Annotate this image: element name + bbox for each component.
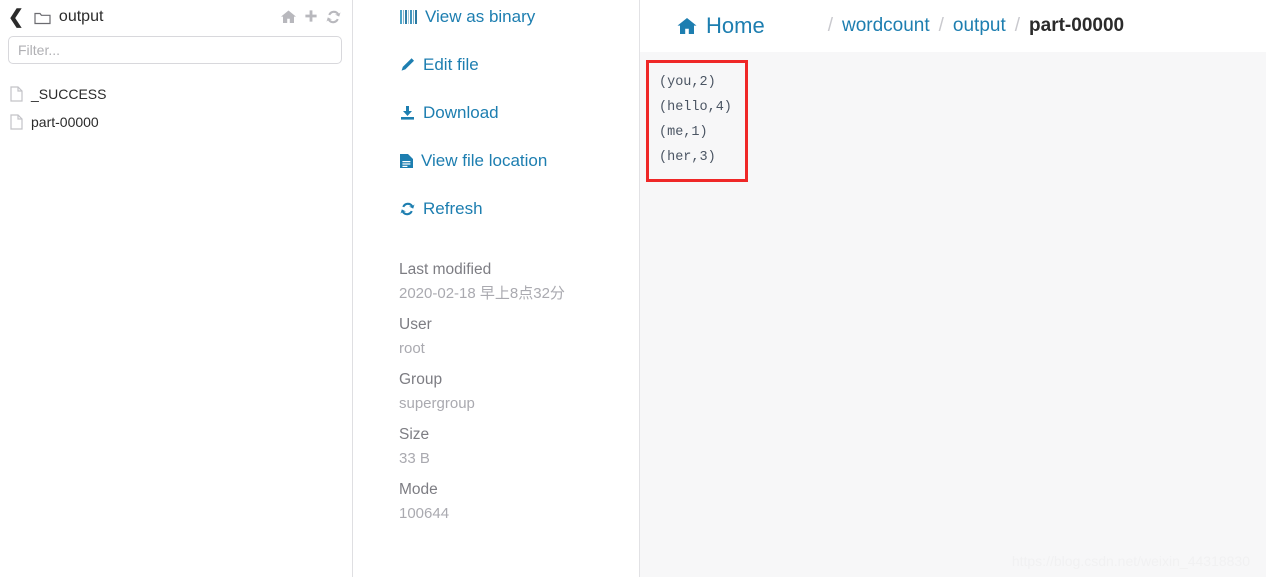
view-as-binary-button[interactable]: View as binary — [399, 6, 625, 28]
breadcrumb-current: part-00000 — [1029, 15, 1125, 36]
breadcrumb-separator: / — [827, 15, 833, 36]
home-icon[interactable] — [280, 9, 297, 25]
file-content-panel: Home / wordcount / output / part-00000 (… — [640, 0, 1266, 577]
action-label: Download — [423, 103, 499, 122]
breadcrumb-home-link[interactable]: Home — [676, 13, 765, 39]
home-icon — [676, 16, 698, 36]
refresh-button[interactable]: Refresh — [399, 198, 625, 220]
list-item[interactable]: _SUCCESS — [0, 80, 352, 108]
file-text-icon — [399, 153, 414, 169]
download-icon — [399, 105, 416, 121]
file-metadata: Last modified 2020-02-18 早上8点32分 User ro… — [399, 258, 625, 526]
filter-container — [0, 30, 352, 64]
metadata-value: 2020-02-18 早上8点32分 — [399, 285, 565, 302]
metadata-value: supergroup — [399, 395, 475, 412]
metadata-value: 100644 — [399, 505, 450, 522]
refresh-icon — [399, 201, 416, 217]
refresh-icon[interactable] — [325, 9, 342, 25]
file-content-body: (you,2) (hello,4) (me,1) (her,3) https:/… — [640, 52, 1266, 577]
metadata-label: Mode — [399, 481, 438, 498]
metadata-value: root — [399, 340, 425, 357]
sidebar-header: ❮ output — [0, 0, 352, 30]
metadata-label: Group — [399, 371, 443, 388]
file-name: part-00000 — [31, 114, 99, 130]
action-label: View as binary — [425, 7, 536, 26]
file-list: _SUCCESS part-00000 — [0, 64, 352, 136]
watermark: https://blog.csdn.net/weixin_44318830 — [1011, 553, 1250, 569]
chevron-left-icon[interactable]: ❮ — [8, 8, 24, 27]
action-label: Edit file — [423, 55, 479, 74]
file-name: _SUCCESS — [31, 86, 107, 102]
pencil-icon — [399, 57, 416, 73]
breadcrumb: Home / wordcount / output / part-00000 — [640, 0, 1266, 52]
edit-file-button[interactable]: Edit file — [399, 54, 625, 76]
action-label: View file location — [421, 151, 548, 170]
file-content-highlight-box: (you,2) (hello,4) (me,1) (her,3) — [646, 60, 748, 182]
file-icon — [10, 86, 23, 102]
file-actions-panel: View as binary Edit file Download View f… — [353, 0, 640, 577]
metadata-label: Size — [399, 426, 430, 443]
breadcrumb-separator: / — [938, 15, 944, 36]
view-file-location-button[interactable]: View file location — [399, 150, 625, 172]
barcode-icon — [399, 9, 418, 25]
sidebar: ❮ output Filter... _SUCCESS part-00000 — [0, 0, 353, 577]
metadata-label: Last modified — [399, 261, 492, 278]
file-browser-app: ❮ output Filter... _SUCCESS part-00000 V… — [0, 0, 1266, 577]
filter-input[interactable] — [8, 36, 342, 64]
action-label: Refresh — [423, 199, 483, 218]
metadata-label: User — [399, 316, 432, 333]
metadata-value: 33 B — [399, 450, 430, 467]
breadcrumb-link-wordcount[interactable]: wordcount — [842, 15, 930, 37]
sidebar-header-actions — [280, 9, 342, 25]
breadcrumb-home-label: Home — [706, 13, 765, 38]
file-icon — [10, 114, 23, 130]
download-button[interactable]: Download — [399, 102, 625, 124]
folder-icon — [34, 10, 51, 25]
plus-icon[interactable] — [303, 9, 319, 25]
breadcrumb-link-output[interactable]: output — [953, 15, 1006, 37]
sidebar-title: output — [58, 8, 104, 25]
breadcrumb-separator: / — [1014, 15, 1021, 36]
file-content-text: (you,2) (hello,4) (me,1) (her,3) — [659, 75, 732, 165]
list-item[interactable]: part-00000 — [0, 108, 352, 136]
